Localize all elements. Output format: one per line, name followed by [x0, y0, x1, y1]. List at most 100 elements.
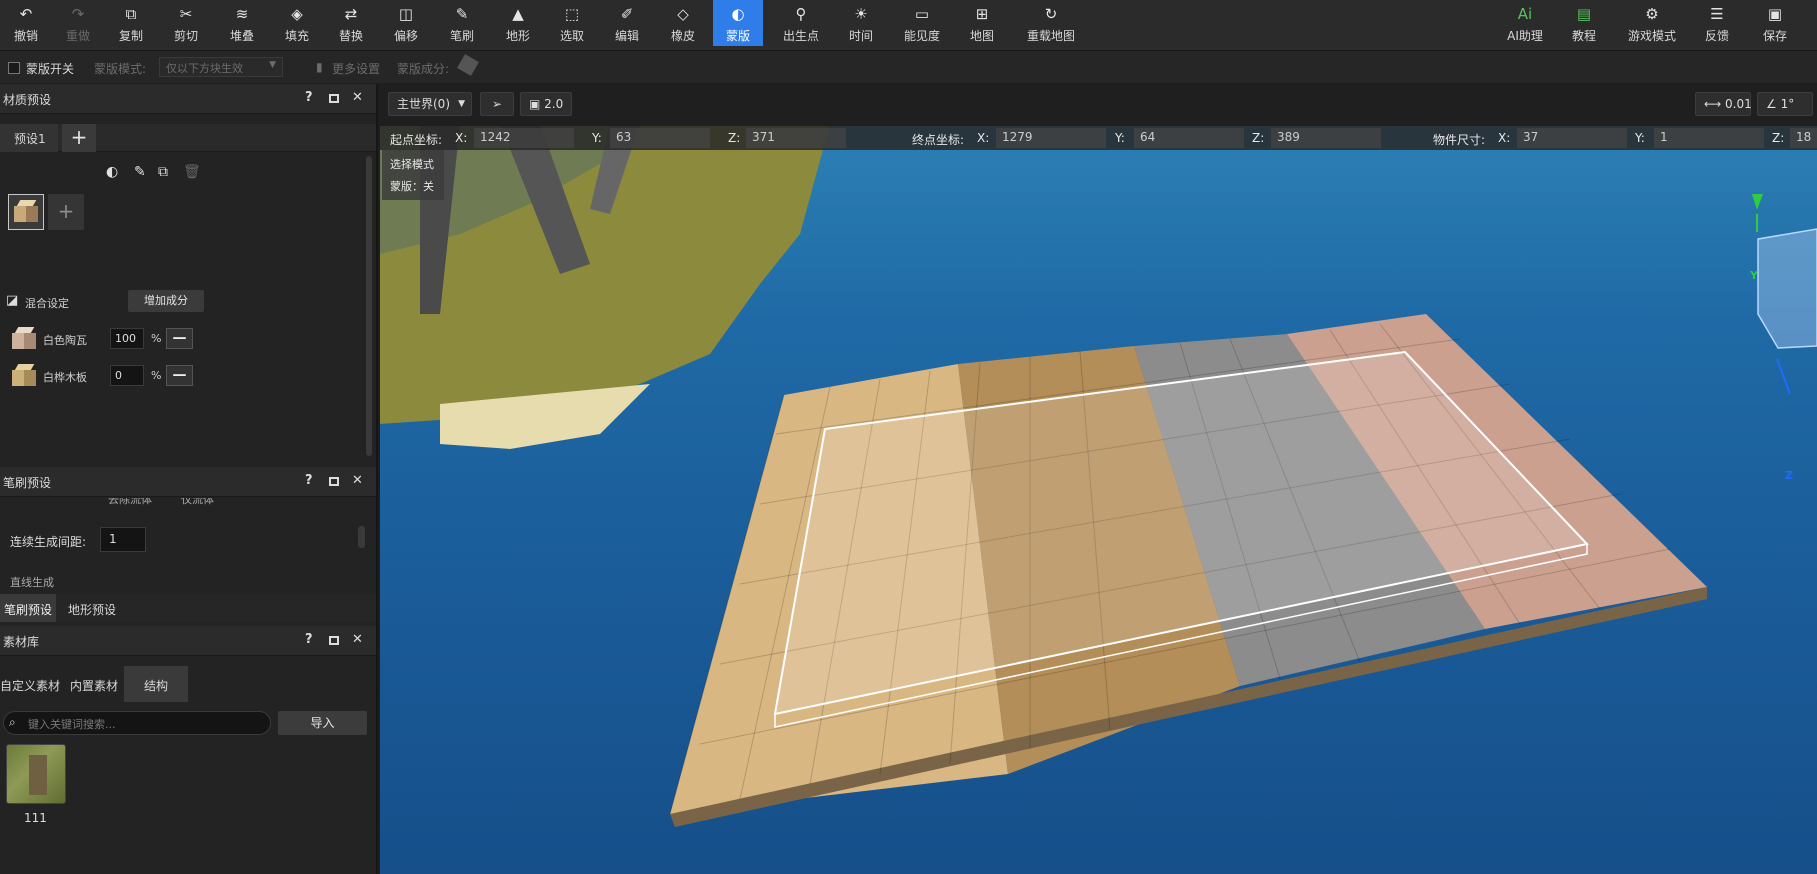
close-icon[interactable]: ✕	[352, 90, 363, 105]
tab-preset-1[interactable]: 预设1	[0, 124, 58, 152]
size-x-input[interactable]: 37	[1517, 128, 1627, 148]
maximize-icon[interactable]	[329, 636, 339, 645]
asset-search-input[interactable]: 键入关键词搜索...	[3, 711, 271, 735]
material-panel-scrollbar[interactable]	[366, 156, 372, 456]
duplicate-icon[interactable]: ⧉	[158, 164, 168, 180]
stack-button[interactable]: ≋ 堆叠	[216, 0, 268, 46]
add-material-slot[interactable]: +	[48, 194, 84, 230]
navigate-button[interactable]: ➢	[480, 92, 514, 116]
step-size-button[interactable]: ⟷ 0.01	[1695, 92, 1752, 116]
angle-step-button[interactable]: ∠ 1°	[1757, 92, 1813, 116]
contrast-icon[interactable]: ◐	[106, 164, 118, 180]
size-z-input[interactable]: 18	[1790, 128, 1817, 148]
stack-icon: ≋	[235, 5, 249, 23]
end-y-input[interactable]: 64	[1134, 128, 1244, 148]
replace-button[interactable]: ⇄ 替换	[325, 0, 377, 46]
interval-input[interactable]: 1	[100, 527, 146, 552]
brush-tabs: 笔刷预设 地形预设	[0, 594, 376, 622]
tab-terrain-preset[interactable]: 地形预设	[64, 594, 120, 622]
mix-settings-icon: ◪	[6, 293, 19, 308]
angle-step-value: 1°	[1780, 97, 1795, 111]
end-coord-label: 终点坐标:	[912, 133, 965, 147]
world-select[interactable]: 主世界(0) ▼	[388, 92, 472, 116]
ai-assistant-button[interactable]: Ai AI助理	[1497, 0, 1553, 46]
more-settings-link[interactable]: 更多设置	[332, 60, 380, 77]
mask-mode-select[interactable]: 仅以下方块生效 ▼	[159, 57, 283, 77]
tab-brush-preset[interactable]: 笔刷预设	[0, 594, 57, 622]
spawn-point-button[interactable]: ⚲ 出生点	[773, 0, 829, 46]
material-row: 白桦木板 0 % —	[0, 363, 376, 389]
close-icon[interactable]: ✕	[352, 473, 363, 488]
eraser-button[interactable]: ◇ 橡皮	[657, 0, 709, 46]
tab-builtin-assets[interactable]: 内置素材	[70, 666, 118, 702]
help-icon[interactable]: ?	[305, 632, 313, 647]
start-y-input[interactable]: 63	[610, 128, 710, 148]
close-icon[interactable]: ✕	[352, 632, 363, 647]
material-slot[interactable]	[8, 194, 44, 230]
reload-map-button[interactable]: ↻ 重载地图	[1019, 0, 1083, 46]
remove-material-button[interactable]: —	[166, 328, 193, 349]
component-block-icon[interactable]	[457, 54, 479, 76]
brush-button[interactable]: ✎ 笔刷	[436, 0, 488, 46]
select-button[interactable]: ⬚ 选取	[546, 0, 598, 46]
maximize-icon[interactable]	[329, 477, 339, 486]
percent-label: %	[151, 332, 162, 345]
selection-mode-text: 选择模式	[390, 158, 434, 171]
add-component-button[interactable]: 增加成分	[128, 290, 204, 312]
map-icon: ⊞	[975, 5, 989, 23]
game-mode-button[interactable]: ⚙ 游戏模式	[1621, 0, 1683, 46]
help-icon[interactable]: ?	[305, 90, 313, 105]
material-percent-input[interactable]: 0	[110, 365, 144, 386]
mix-settings-label: 混合设定	[25, 297, 69, 310]
trash-icon[interactable]: 🗑	[183, 164, 201, 180]
time-icon: ☀	[854, 5, 868, 23]
add-preset-button[interactable]: +	[62, 124, 96, 152]
scene-viewport[interactable]: 主世界(0) ▼ ➢ ▣ 2.0 ⟷ 0.01 ∠ 1° 起点坐标: X: 12…	[380, 84, 1817, 874]
end-x-input[interactable]: 1279	[996, 128, 1106, 148]
tab-structure[interactable]: 结构	[124, 666, 188, 702]
time-button[interactable]: ☀ 时间	[835, 0, 887, 46]
import-button[interactable]: 导入	[278, 711, 367, 735]
tab-custom-assets[interactable]: 自定义素材	[0, 666, 60, 702]
copy-button[interactable]: ⧉ 复制	[105, 0, 157, 46]
help-icon[interactable]: ?	[305, 473, 313, 488]
feedback-button[interactable]: ☰ 反馈	[1691, 0, 1743, 46]
edit-button[interactable]: ✐ 编辑	[601, 0, 653, 46]
offset-button[interactable]: ◫ 偏移	[380, 0, 432, 46]
start-x-input[interactable]: 1242	[474, 128, 574, 148]
coordinate-bar: 起点坐标: X: 1242 Y: 63 Z: 371 终点坐标: X: 1279…	[380, 126, 1817, 150]
redo-icon: ↷	[71, 5, 85, 23]
undo-button[interactable]: ↶ 撤销	[0, 0, 52, 46]
fluid-only-option[interactable]: 仅流体	[181, 498, 214, 507]
material-percent-input[interactable]: 100	[110, 328, 144, 349]
save-button[interactable]: ▣ 保存	[1749, 0, 1801, 46]
replace-icon: ⇄	[344, 5, 358, 23]
fill-button[interactable]: ◈ 填充	[271, 0, 323, 46]
brush-panel-scrollbar[interactable]	[358, 526, 365, 548]
angle-icon: ∠	[1766, 97, 1777, 111]
terrain-button[interactable]: ▲ 地形	[492, 0, 544, 46]
visibility-button[interactable]: ▭ 能见度	[893, 0, 951, 46]
maximize-icon[interactable]	[329, 94, 339, 103]
remove-material-button[interactable]: —	[166, 365, 193, 386]
start-z-input[interactable]: 371	[746, 128, 846, 148]
remove-fluid-option[interactable]: 去除流体	[108, 498, 152, 507]
material-row: 白色陶瓦 100 % —	[0, 326, 376, 352]
mask-toggle-label: 蒙版开关	[26, 62, 75, 76]
camera-speed-button[interactable]: ▣ 2.0	[520, 92, 572, 116]
camera-speed-value: 2.0	[544, 97, 564, 111]
redo-button[interactable]: ↷ 重做	[52, 0, 104, 46]
white-terracotta-icon	[12, 327, 36, 351]
mask-button[interactable]: ◐ 蒙版	[713, 0, 763, 46]
start-z-label: Z:	[728, 131, 741, 145]
size-y-input[interactable]: 1	[1654, 128, 1764, 148]
eyedropper-icon[interactable]: ✎	[134, 164, 146, 180]
percent-label: %	[151, 369, 162, 382]
structure-thumbnail[interactable]	[6, 744, 66, 804]
cut-button[interactable]: ✂ 剪切	[160, 0, 212, 46]
mask-mode-label: 蒙版模式:	[94, 62, 147, 76]
map-button[interactable]: ⊞ 地图	[956, 0, 1008, 46]
end-z-input[interactable]: 389	[1271, 128, 1381, 148]
tutorial-button[interactable]: ▤ 教程	[1558, 0, 1610, 46]
mask-toggle-checkbox[interactable]	[8, 62, 20, 74]
